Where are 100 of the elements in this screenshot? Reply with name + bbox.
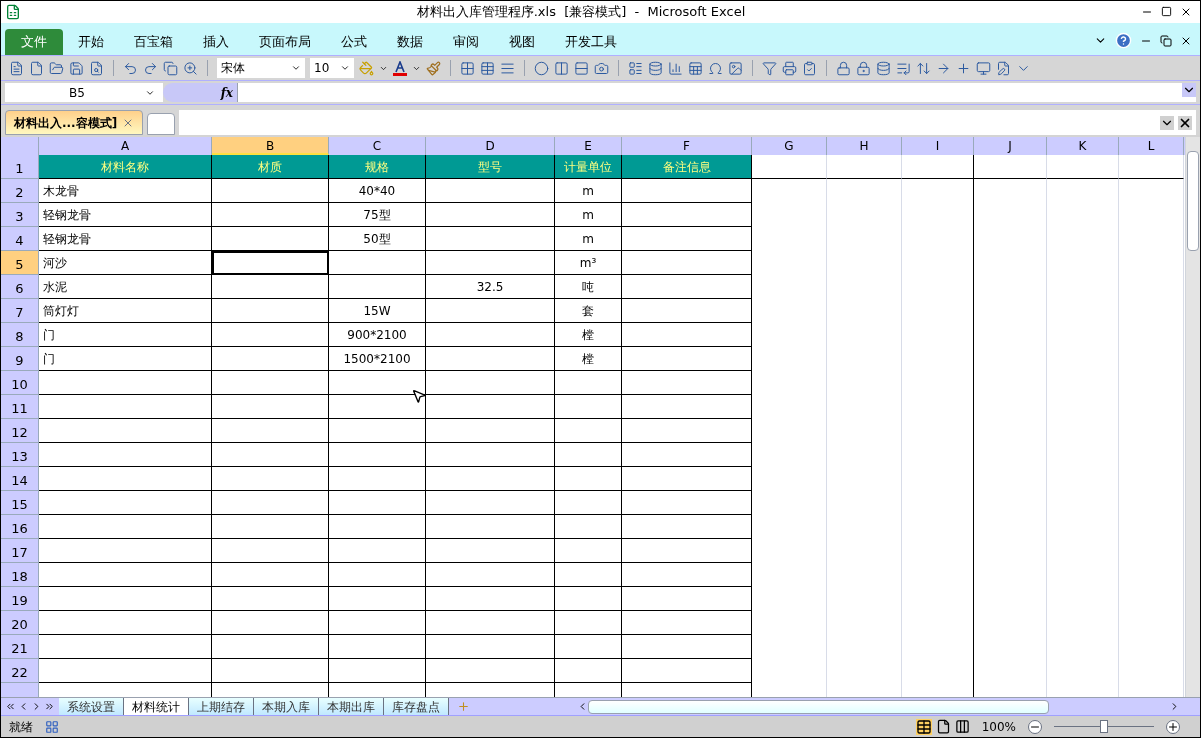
table-cell[interactable] [555, 635, 622, 659]
row-header[interactable]: 7 [1, 299, 39, 323]
file-tab[interactable]: 文件 [5, 29, 63, 55]
row-header[interactable]: 14 [1, 467, 39, 491]
table-cell[interactable]: 套 [555, 299, 622, 323]
table-cell[interactable] [622, 203, 752, 227]
table-cell[interactable] [622, 659, 752, 683]
table-cell[interactable] [39, 467, 212, 491]
printer-icon[interactable] [782, 60, 797, 76]
table-cell[interactable] [39, 611, 212, 635]
table-cell[interactable]: 轻钢龙骨 [39, 203, 212, 227]
row-header[interactable]: 5 [1, 251, 39, 275]
sheet-tab[interactable]: 本期入库 [254, 698, 319, 715]
lock-icon[interactable] [856, 60, 871, 76]
font-name-dropdown[interactable]: 宋体 [217, 58, 305, 78]
table-cell[interactable] [426, 371, 555, 395]
table-cell[interactable] [902, 155, 974, 179]
table-cell[interactable] [329, 635, 426, 659]
row-header[interactable]: 20 [1, 611, 39, 635]
table-cell[interactable] [212, 443, 329, 467]
table-cell[interactable] [622, 467, 752, 491]
omega-icon[interactable] [708, 60, 723, 76]
table-cell[interactable] [622, 563, 752, 587]
table-cell[interactable] [555, 371, 622, 395]
font-size-dropdown[interactable]: 10 [310, 58, 354, 78]
table-cell[interactable] [329, 275, 426, 299]
ribbon-tab[interactable]: 开始 [63, 29, 119, 55]
table-cell[interactable]: 900*2100 [329, 323, 426, 347]
table-cell[interactable] [622, 299, 752, 323]
sheet-tab[interactable]: 系统设置 [59, 698, 124, 715]
table-cell[interactable]: 75型 [329, 203, 426, 227]
table-cell[interactable] [39, 563, 212, 587]
fill-color-icon[interactable] [359, 60, 374, 76]
row-header[interactable]: 19 [1, 587, 39, 611]
row-header[interactable]: 21 [1, 635, 39, 659]
row-header[interactable]: 13 [1, 443, 39, 467]
table-cell[interactable] [555, 563, 622, 587]
close-icon[interactable] [1180, 6, 1192, 18]
table-cell[interactable] [555, 395, 622, 419]
row-header[interactable]: 16 [1, 515, 39, 539]
sheet-tab[interactable]: 材料统计 [124, 698, 189, 715]
ribbon-tab[interactable]: 百宝箱 [119, 29, 188, 55]
table-cell[interactable] [426, 491, 555, 515]
table-cell[interactable] [39, 419, 212, 443]
ribbon-tab[interactable]: 公式 [326, 29, 382, 55]
table-cell[interactable] [622, 443, 752, 467]
table-cell[interactable] [329, 491, 426, 515]
sheet-tab[interactable]: 库存盘点 [384, 698, 449, 715]
table-cell[interactable] [329, 467, 426, 491]
table-cell[interactable] [212, 179, 329, 203]
list-icon[interactable] [628, 60, 643, 76]
table-cell[interactable] [622, 491, 752, 515]
page-layout-view-icon[interactable] [935, 719, 951, 734]
table-cell[interactable] [426, 347, 555, 371]
table-cell[interactable] [39, 539, 212, 563]
table-cell[interactable] [212, 275, 329, 299]
table-cell[interactable] [39, 371, 212, 395]
table-cell[interactable] [555, 491, 622, 515]
column-header[interactable]: L [1119, 137, 1184, 155]
table-cell[interactable]: 1500*2100 [329, 347, 426, 371]
normal-view-icon[interactable] [915, 718, 932, 735]
table-cell[interactable] [212, 539, 329, 563]
camera-icon[interactable] [594, 60, 609, 76]
table-cell[interactable] [329, 659, 426, 683]
table-cell[interactable] [426, 323, 555, 347]
table-cell[interactable] [212, 611, 329, 635]
file-edit-icon[interactable] [996, 60, 1011, 76]
copy-icon[interactable] [163, 60, 178, 76]
table-cell[interactable] [212, 299, 329, 323]
font-color-icon[interactable] [393, 60, 407, 76]
table-cell[interactable] [622, 179, 752, 203]
table-cell[interactable]: m [555, 179, 622, 203]
columns-icon[interactable] [554, 60, 569, 76]
horizontal-scrollbar[interactable] [588, 699, 1049, 714]
sheet-icon[interactable] [688, 60, 703, 76]
table-cell[interactable] [622, 323, 752, 347]
row-header[interactable]: 3 [1, 203, 39, 227]
row-header[interactable]: 10 [1, 371, 39, 395]
help-icon[interactable] [1115, 32, 1132, 49]
sheet-tab[interactable]: 上期结存 [189, 698, 254, 715]
screen-icon[interactable] [976, 60, 991, 76]
table-cell[interactable] [622, 539, 752, 563]
redo-icon[interactable] [143, 60, 158, 76]
row-header[interactable]: 1 [1, 155, 39, 179]
table-cell[interactable] [426, 515, 555, 539]
table-cell[interactable] [212, 347, 329, 371]
filter-icon[interactable] [762, 60, 777, 76]
table-cell[interactable] [622, 275, 752, 299]
table-cell[interactable] [426, 299, 555, 323]
sheet-tab[interactable]: 本期出库 [319, 698, 384, 715]
row-header[interactable]: 22 [1, 659, 39, 683]
table-cell[interactable] [555, 611, 622, 635]
restore-icon[interactable] [1160, 34, 1172, 47]
table-icon[interactable] [480, 60, 495, 76]
table-cell[interactable]: 樘 [555, 347, 622, 371]
table-cell[interactable] [329, 611, 426, 635]
table-cell[interactable] [622, 515, 752, 539]
table-cell[interactable]: m³ [555, 251, 622, 275]
table-cell[interactable] [622, 347, 752, 371]
crosshair-icon[interactable] [956, 60, 971, 76]
